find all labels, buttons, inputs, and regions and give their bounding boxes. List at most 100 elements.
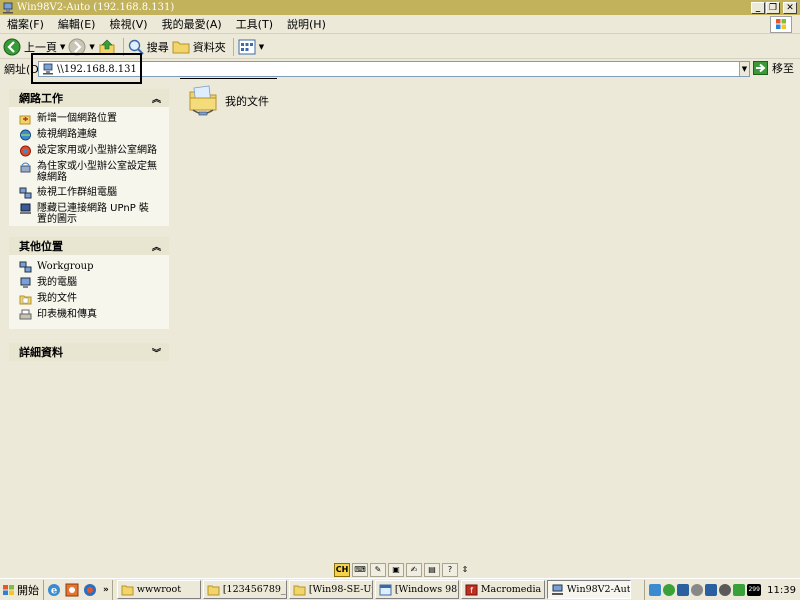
menu-help[interactable]: 說明(H): [280, 16, 333, 32]
device-tray-icon[interactable]: [705, 584, 718, 596]
taskbar-button-123456789[interactable]: [123456789_U...: [202, 580, 287, 599]
forward-arrow-icon: [68, 38, 86, 55]
windows-logo-icon: [3, 584, 14, 595]
place-label: 印表機和傳真: [37, 309, 97, 320]
task-setup-wireless-network[interactable]: 為住家或小型辦公室設定無線網路: [19, 161, 169, 183]
menu-favorites[interactable]: 我的最愛(A): [155, 16, 229, 32]
wireless-network-icon: [20, 162, 31, 173]
network-tray-icon[interactable]: [649, 584, 662, 596]
task-view-network-connections[interactable]: 檢視網路連線: [19, 129, 169, 141]
network-connections-icon: [20, 129, 31, 141]
taskbar-button-windows-98[interactable]: [Windows 98 ...: [374, 580, 459, 599]
task-setup-home-network[interactable]: 設定家用或小型辦公室網路: [19, 145, 169, 157]
chevron-down-icon[interactable]: ▼: [259, 43, 264, 51]
taskbar-button-wwwroot[interactable]: wwwroot: [116, 580, 201, 599]
minimize-button[interactable]: _: [751, 1, 765, 14]
chevron-down-icon[interactable]: ▼: [89, 43, 94, 51]
folders-label: 資料夾: [192, 40, 226, 54]
printer-icon: [19, 309, 32, 320]
back-button[interactable]: 上一頁 ▼: [3, 38, 65, 56]
menu-file[interactable]: 檔案(F): [0, 16, 51, 32]
maximize-button[interactable]: ❐: [766, 1, 780, 14]
folders-button[interactable]: 資料夾: [172, 39, 226, 55]
go-arrow-icon: [753, 61, 768, 75]
svg-text:e: e: [51, 585, 57, 596]
network-computer-icon: [3, 2, 13, 13]
task-label: Macromedia Fi...: [480, 584, 544, 595]
taskbar-button-win98-se-up[interactable]: [Win98-SE-Up...: [288, 580, 373, 599]
my-computer-icon: [20, 277, 31, 288]
task-label: 隱藏已連接網路 UPnP 裝置的圖示: [37, 203, 149, 225]
shared-folder-icon: [189, 85, 217, 116]
forward-button[interactable]: ▼: [68, 38, 95, 56]
place-my-computer[interactable]: 我的電腦: [19, 277, 169, 289]
menu-edit[interactable]: 編輯(E): [51, 16, 103, 32]
task-add-network-place[interactable]: 新增一個網路位置: [19, 113, 169, 125]
quick-launch: e »: [44, 579, 113, 600]
add-network-place-icon: [19, 115, 31, 125]
taskbar: 開始 e » wwwroot [123456789_U... [Win98-SE…: [0, 578, 800, 600]
browser-icon[interactable]: [83, 583, 97, 597]
update-tray-icon[interactable]: [733, 584, 746, 596]
ie-icon[interactable]: e: [47, 583, 61, 597]
tools-icon[interactable]: ✎: [370, 562, 386, 577]
details-title: 詳細資料: [19, 346, 63, 359]
taskbar-button-macromedia[interactable]: f Macromedia Fi...: [460, 580, 545, 599]
go-label: 移至: [772, 62, 794, 75]
expand-icon[interactable]: ︾: [152, 346, 161, 359]
close-button[interactable]: ✕: [783, 1, 797, 14]
address-value: \\192.168.8.131: [57, 63, 137, 75]
collapse-icon[interactable]: ︽: [152, 240, 161, 253]
back-label: 上一頁: [24, 40, 57, 54]
antivirus-tray-icon[interactable]: [677, 584, 690, 596]
home-network-icon: [20, 145, 31, 157]
search-label: 搜尋: [146, 40, 169, 54]
network-computer-icon: [551, 584, 563, 595]
task-hide-upnp-icons[interactable]: 隱藏已連接網路 UPnP 裝置的圖示: [19, 203, 169, 225]
help-icon[interactable]: ?: [442, 562, 458, 577]
langbar-options-icon[interactable]: ⇕: [460, 563, 470, 577]
clock[interactable]: 11:39: [767, 585, 796, 596]
tray-badge[interactable]: 299: [747, 584, 762, 596]
address-dropdown-button[interactable]: ▼: [739, 62, 749, 76]
quick-launch-more-icon[interactable]: »: [103, 585, 109, 595]
windows-logo-icon: [770, 16, 792, 33]
upnp-device-icon: [20, 203, 31, 214]
details-header[interactable]: 詳細資料 ︾: [9, 343, 169, 361]
go-button[interactable]: 移至: [753, 60, 794, 76]
collapse-icon[interactable]: ︽: [152, 92, 161, 105]
screen-keyboard-icon[interactable]: ▤: [424, 562, 440, 577]
disk-tray-icon[interactable]: [719, 584, 732, 596]
handwriting-icon[interactable]: ✍: [406, 562, 422, 577]
volume-tray-icon[interactable]: [691, 584, 704, 596]
search-button[interactable]: 搜尋: [128, 39, 169, 55]
place-workgroup[interactable]: Workgroup: [19, 261, 169, 273]
security-tray-icon[interactable]: [663, 584, 676, 596]
other-places-header[interactable]: 其他位置 ︽: [9, 237, 169, 255]
address-input[interactable]: \\192.168.8.131 ▼: [38, 61, 750, 77]
up-button[interactable]: [98, 38, 116, 56]
input-language-button[interactable]: CH: [334, 562, 350, 577]
taskbar-button-win98v2-auto[interactable]: Win98V2-Auto...: [546, 580, 631, 599]
start-button[interactable]: 開始: [0, 579, 44, 600]
place-printers-faxes[interactable]: 印表機和傳真: [19, 309, 169, 321]
start-label: 開始: [17, 583, 39, 597]
folder-label: 我的文件: [225, 95, 269, 108]
keyboard-icon[interactable]: ⌨: [352, 562, 368, 577]
menu-view[interactable]: 檢視(V): [102, 16, 154, 32]
toolbar: 上一頁 ▼ ▼ 搜尋 資料夾 ▼: [0, 35, 800, 59]
views-button[interactable]: ▼: [238, 39, 264, 55]
folder-icon: [121, 585, 134, 595]
media-player-icon[interactable]: [65, 583, 79, 597]
back-arrow-icon: [3, 38, 21, 55]
shared-folder-my-documents[interactable]: 我的文件: [187, 84, 269, 118]
up-folder-icon: [99, 39, 115, 54]
network-computer-icon: [43, 63, 53, 75]
chevron-down-icon[interactable]: ▼: [60, 43, 65, 51]
task-view-workgroup-computers[interactable]: 檢視工作群組電腦: [19, 187, 169, 199]
network-tasks-header[interactable]: 網路工作 ︽: [9, 89, 169, 107]
place-my-documents[interactable]: 我的文件: [19, 293, 169, 305]
ime-pad-icon[interactable]: ▣: [388, 562, 404, 577]
menu-tools[interactable]: 工具(T): [229, 16, 280, 32]
network-tasks-title: 網路工作: [19, 92, 63, 105]
